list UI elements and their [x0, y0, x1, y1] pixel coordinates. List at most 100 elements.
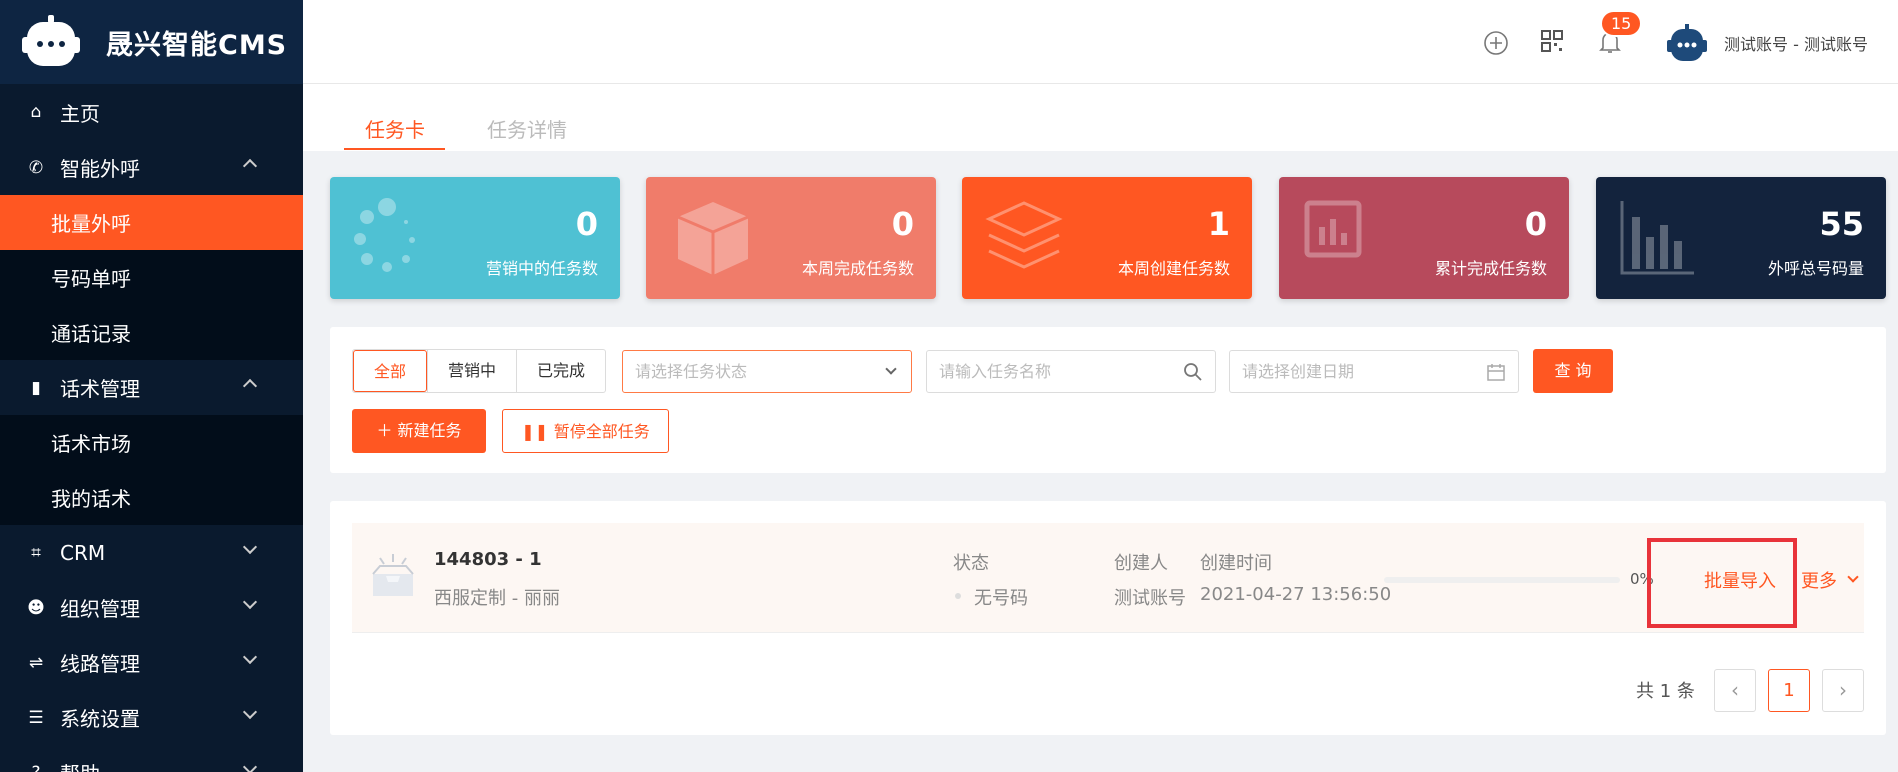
sidebar-item-label: 智能外呼	[60, 157, 140, 181]
next-page-button[interactable]: ›	[1822, 669, 1864, 712]
stat-value: 0	[891, 205, 914, 243]
chevron-down-icon	[242, 649, 258, 665]
sidebar-item-label: 主页	[60, 101, 100, 126]
bar-chart-icon	[1620, 201, 1694, 275]
time-value: 2021-04-27 13:56:50	[1200, 584, 1392, 605]
progress-bar	[1384, 577, 1620, 583]
loading-dots-icon	[354, 198, 415, 272]
app-title: 晟兴智能CMS	[106, 29, 288, 61]
sidebar-item-single-call[interactable]: 号码单呼	[0, 250, 303, 305]
chevron-down-icon	[1847, 571, 1859, 583]
sidebar-item-label: 我的话术	[51, 487, 131, 511]
sidebar-item-call-records[interactable]: 通话记录	[0, 305, 303, 360]
chevron-down-icon	[242, 594, 258, 610]
more-dropdown[interactable]: 更多	[1801, 567, 1837, 593]
notification-badge: 15	[1600, 10, 1643, 37]
stat-card-marketing: 0 营销中的任务数	[330, 177, 620, 299]
highlight-box	[1647, 538, 1797, 628]
creator-value: 测试账号	[1114, 588, 1186, 609]
chevron-up-icon	[242, 378, 258, 394]
new-task-button[interactable]: ＋ 新建任务	[352, 409, 486, 453]
chevron-down-icon	[242, 759, 258, 772]
sidebar-item-home[interactable]: ⌂ 主页	[0, 84, 303, 140]
stat-value: 1	[1207, 205, 1230, 243]
avatar[interactable]	[1667, 24, 1707, 64]
add-circle-icon[interactable]	[1483, 30, 1509, 56]
sidebar-item-label: 线路管理	[60, 652, 140, 676]
task-name-input[interactable]: 请输入任务名称	[926, 350, 1216, 393]
sidebar-item-label: 通话记录	[51, 322, 131, 346]
tab-task-detail[interactable]: 任务详情	[487, 114, 567, 143]
status-select[interactable]: 请选择任务状态	[622, 350, 912, 393]
page-1-button[interactable]: 1	[1768, 669, 1810, 712]
stat-card-total-completed: 0 累计完成任务数	[1279, 177, 1569, 299]
pause-all-button[interactable]: ❚❚ 暂停全部任务	[502, 409, 669, 453]
sidebar-item-label: 批量外呼	[51, 212, 131, 236]
query-button[interactable]: 查 询	[1533, 349, 1613, 393]
status-header: 状态	[953, 553, 989, 574]
sidebar-item-label: 号码单呼	[51, 267, 131, 291]
date-input[interactable]: 请选择创建日期	[1229, 350, 1519, 393]
sidebar-item-crm[interactable]: ⌗ CRM	[0, 525, 303, 580]
tab-active-indicator	[344, 148, 445, 150]
status-select-placeholder: 请选择任务状态	[635, 362, 748, 381]
sidebar-item-smart-call[interactable]: ✆ 智能外呼	[0, 140, 303, 195]
logo: 晟兴智能CMS	[0, 0, 303, 84]
user-name[interactable]: 测试账号 - 测试账号	[1724, 31, 1868, 55]
box-icon	[677, 202, 749, 275]
sidebar-item-line-mgmt[interactable]: ⇌ 线路管理	[0, 635, 303, 690]
task-row: 144803 - 1 西服定制 - 丽丽 状态 无号码 创建人 测试账号 创建时…	[352, 523, 1864, 633]
new-task-label: 新建任务	[397, 421, 462, 440]
sidebar-item-script-market[interactable]: 话术市场	[0, 415, 303, 470]
home-icon: ⌂	[30, 102, 42, 122]
segment-marketing[interactable]: 营销中	[427, 350, 516, 392]
sidebar-item-my-scripts[interactable]: 我的话术	[0, 470, 303, 525]
users-icon: ☻	[27, 597, 45, 618]
tab-bar: 任务卡 任务详情	[303, 84, 1898, 151]
stat-value: 0	[1524, 205, 1547, 243]
task-script: 西服定制 - 丽丽	[434, 588, 560, 609]
layers-icon	[985, 201, 1063, 269]
sidebar-item-script-mgmt[interactable]: ▮ 话术管理	[0, 360, 303, 415]
sidebar: 晟兴智能CMS ⌂ 主页 ✆ 智能外呼 批量外呼 号码单呼 通话记录 ▮ 话术管…	[0, 0, 303, 772]
stat-card-week-completed: 0 本周完成任务数	[646, 177, 936, 299]
crop-icon: ⌗	[31, 542, 41, 563]
qrcode-icon[interactable]	[1541, 30, 1563, 52]
search-icon[interactable]	[1183, 362, 1203, 382]
sidebar-item-help[interactable]: ? 帮助	[0, 745, 303, 772]
pause-all-label: 暂停全部任务	[553, 422, 650, 441]
help-icon: ?	[26, 763, 46, 772]
stat-label: 本周完成任务数	[801, 259, 914, 278]
stat-label: 累计完成任务数	[1434, 259, 1547, 278]
task-id[interactable]: 144803 - 1	[434, 549, 542, 570]
status-dot-icon	[955, 593, 961, 599]
top-header: 15 测试账号 - 测试账号	[303, 0, 1898, 84]
pagination-total: 共 1 条	[1636, 681, 1695, 702]
chevron-down-icon	[242, 539, 258, 555]
sidebar-item-label: 系统设置	[60, 707, 140, 731]
sidebar-item-batch-call[interactable]: 批量外呼	[0, 195, 303, 250]
route-icon: ⇌	[28, 652, 44, 673]
sidebar-item-label: 话术管理	[60, 377, 140, 401]
sidebar-item-label: 帮助	[60, 758, 100, 772]
stat-value: 0	[575, 205, 598, 243]
segment-completed[interactable]: 已完成	[516, 350, 605, 392]
report-icon	[1304, 200, 1362, 258]
calendar-icon[interactable]	[1486, 362, 1506, 382]
inbox-icon	[372, 554, 414, 596]
chevron-down-icon	[242, 704, 258, 720]
task-name-placeholder: 请输入任务名称	[939, 362, 1052, 381]
sidebar-item-label: CRM	[60, 540, 106, 565]
sidebar-item-label: 话术市场	[51, 432, 131, 456]
creator-header: 创建人	[1114, 553, 1168, 574]
sidebar-item-label: 组织管理	[60, 597, 140, 621]
date-placeholder: 请选择创建日期	[1242, 362, 1355, 381]
time-header: 创建时间	[1200, 553, 1272, 574]
tab-task-card[interactable]: 任务卡	[365, 114, 425, 143]
prev-page-button[interactable]: ‹	[1714, 669, 1756, 712]
stat-label: 外呼总号码量	[1767, 259, 1864, 278]
phone-icon: ✆	[28, 157, 44, 178]
sidebar-item-org-mgmt[interactable]: ☻ 组织管理	[0, 580, 303, 635]
segment-all[interactable]: 全部	[353, 350, 428, 392]
sidebar-item-system-settings[interactable]: ☰ 系统设置	[0, 690, 303, 745]
